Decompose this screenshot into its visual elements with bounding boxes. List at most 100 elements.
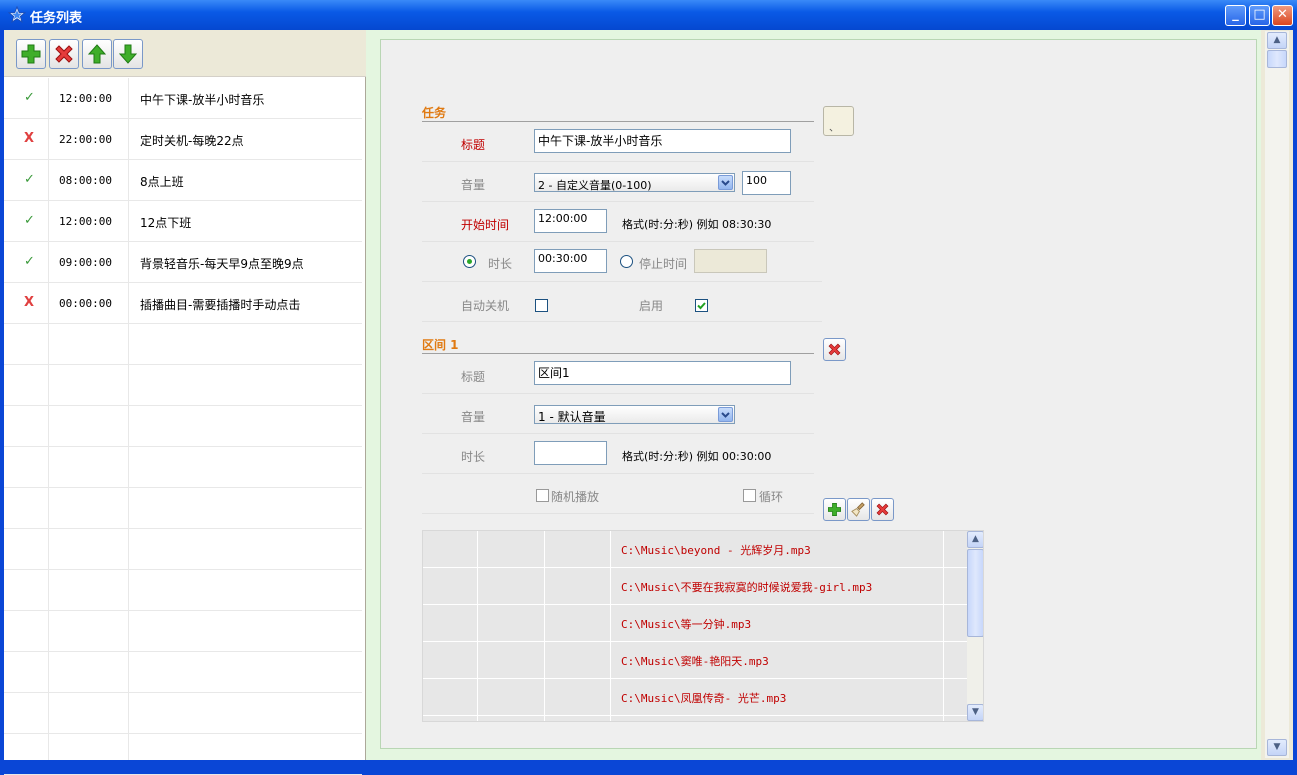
file-row[interactable]: C:\Music\等一分钟.mp3 xyxy=(423,605,968,642)
task-volume-label: 音量 xyxy=(461,178,486,192)
file-row[interactable]: C:\Music\窦唯-艳阳天.mp3 xyxy=(423,642,968,679)
task-volume-selected: 2 - 自定义音量(0-100) xyxy=(538,179,652,192)
scroll-thumb[interactable] xyxy=(1267,50,1287,68)
empty-row xyxy=(4,570,362,611)
file-row[interactable]: C:\Music\beyond - 光辉岁月.mp3 xyxy=(423,531,968,568)
close-icon: ✕ xyxy=(1277,7,1288,22)
file-path: C:\Music\beyond - 光辉岁月.mp3 xyxy=(621,544,811,557)
duration-input[interactable]: 00:30:00 xyxy=(534,249,607,273)
empty-row xyxy=(4,406,362,447)
file-path: C:\Music\等一分钟.mp3 xyxy=(621,618,752,631)
task-volume-input[interactable]: 100 xyxy=(742,171,791,195)
checkmark-icon xyxy=(697,302,706,310)
chevron-down-icon[interactable] xyxy=(718,175,733,190)
row-divider xyxy=(422,241,814,242)
duration-label: 时长 xyxy=(488,257,513,271)
x-icon xyxy=(876,503,889,516)
interval-title-label: 标题 xyxy=(461,370,486,384)
title-bar[interactable]: 任务列表 _ □ ✕ xyxy=(0,0,1297,30)
empty-row xyxy=(4,365,362,406)
task-section-title: 任务 xyxy=(422,106,447,120)
stop-time-input[interactable] xyxy=(694,249,767,273)
minimize-button[interactable]: _ xyxy=(1225,5,1246,26)
file-list-scrollbar[interactable]: ▲ ▼ xyxy=(967,531,983,721)
task-row[interactable]: ✓ 08:00:00 8点上班 xyxy=(4,160,362,201)
add-file-button[interactable] xyxy=(823,498,846,521)
remove-file-button[interactable] xyxy=(871,498,894,521)
duration-radio[interactable] xyxy=(463,255,476,268)
maximize-button[interactable]: □ xyxy=(1249,5,1270,26)
task-name: 12点下班 xyxy=(140,216,192,230)
section-divider xyxy=(422,353,814,354)
empty-row xyxy=(4,652,362,693)
interval-duration-label: 时长 xyxy=(461,450,486,464)
auto-shutdown-checkbox[interactable] xyxy=(535,299,548,312)
empty-row xyxy=(4,693,362,734)
arrow-up-icon xyxy=(87,44,107,64)
scroll-up-icon[interactable]: ▲ xyxy=(967,531,983,548)
row-divider xyxy=(422,473,814,474)
status-check-icon: ✓ xyxy=(24,90,35,105)
task-name: 中午下课-放半小时音乐 xyxy=(140,93,265,107)
file-path: C:\Music\窦唯-艳阳天.mp3 xyxy=(621,655,769,668)
shuffle-checkbox[interactable] xyxy=(536,489,549,502)
stop-time-radio[interactable] xyxy=(620,255,633,268)
move-down-button[interactable] xyxy=(113,39,143,69)
interval-title-input[interactable]: 区间1 xyxy=(534,361,791,385)
scroll-thumb[interactable] xyxy=(967,549,983,637)
task-name: 定时关机-每晚22点 xyxy=(140,134,244,148)
task-volume-select[interactable]: 2 - 自定义音量(0-100) xyxy=(534,173,735,192)
task-row[interactable]: ✓ 12:00:00 12点下班 xyxy=(4,201,362,242)
empty-row xyxy=(4,324,362,365)
interval-format-hint: 格式(时:分:秒) 例如 00:30:00 xyxy=(622,450,772,463)
auto-shutdown-label: 自动关机 xyxy=(461,299,510,313)
file-path: C:\Music\不要在我寂寞的时候说爱我-girl.mp3 xyxy=(621,581,873,594)
empty-row xyxy=(4,529,362,570)
empty-row xyxy=(4,611,362,652)
task-title-input[interactable]: 中午下课-放半小时音乐 xyxy=(534,129,791,153)
empty-row xyxy=(4,734,362,775)
start-time-input[interactable]: 12:00:00 xyxy=(534,209,607,233)
file-path: C:\Music\凤凰传奇- 光芒.mp3 xyxy=(621,692,787,705)
loop-label: 循环 xyxy=(759,490,784,504)
move-up-button[interactable] xyxy=(82,39,112,69)
clear-files-button[interactable] xyxy=(847,498,870,521)
task-row[interactable]: X 00:00:00 插播曲目-需要插播时手动点击 xyxy=(4,283,362,324)
file-row[interactable]: C:\Music\不要在我寂寞的时候说爱我-girl.mp3 xyxy=(423,568,968,605)
file-list[interactable]: C:\Music\beyond - 光辉岁月.mp3 C:\Music\不要在我… xyxy=(422,530,984,722)
loop-checkbox[interactable] xyxy=(743,489,756,502)
scroll-up-icon[interactable]: ▲ xyxy=(1267,32,1287,49)
row-divider xyxy=(422,281,822,282)
x-icon xyxy=(55,45,73,63)
interval-volume-label: 音量 xyxy=(461,410,486,424)
interval-duration-input[interactable] xyxy=(534,441,607,465)
scroll-down-icon[interactable]: ▼ xyxy=(967,704,983,721)
task-row[interactable]: ✓ 09:00:00 背景轻音乐-每天早9点至晚9点 xyxy=(4,242,362,283)
task-row[interactable]: X 22:00:00 定时关机-每晚22点 xyxy=(4,119,362,160)
add-task-button[interactable] xyxy=(16,39,46,69)
delete-task-button[interactable] xyxy=(49,39,79,69)
minimize-icon: _ xyxy=(1232,7,1239,22)
row-divider xyxy=(422,513,814,514)
row-divider xyxy=(422,321,822,322)
status-check-icon: ✓ xyxy=(24,213,35,228)
row-divider xyxy=(422,201,814,202)
delete-interval-button[interactable] xyxy=(823,338,846,361)
x-icon xyxy=(828,343,841,356)
file-row[interactable]: C:\Music\凤凰传奇- 光芒.mp3 xyxy=(423,679,968,716)
task-time: 08:00:00 xyxy=(59,174,112,187)
task-row[interactable]: ✓ 12:00:00 中午下课-放半小时音乐 xyxy=(4,78,362,119)
scroll-down-icon[interactable]: ▼ xyxy=(1267,739,1287,756)
close-button[interactable]: ✕ xyxy=(1272,5,1293,26)
chevron-down-icon[interactable] xyxy=(718,407,733,422)
start-time-label: 开始时间 xyxy=(461,218,510,232)
detail-scrollbar[interactable]: ▲ ▼ xyxy=(1265,31,1289,758)
enable-checkbox[interactable] xyxy=(695,299,708,312)
star-icon xyxy=(8,6,26,24)
shuffle-label: 随机播放 xyxy=(551,490,600,504)
interval-volume-select[interactable]: 1 - 默认音量 xyxy=(534,405,735,424)
color-picker-button[interactable]: 、 xyxy=(823,106,854,136)
section-divider xyxy=(422,121,814,122)
status-check-icon: ✓ xyxy=(24,172,35,187)
interval-section-title: 区间 1 xyxy=(422,338,459,352)
